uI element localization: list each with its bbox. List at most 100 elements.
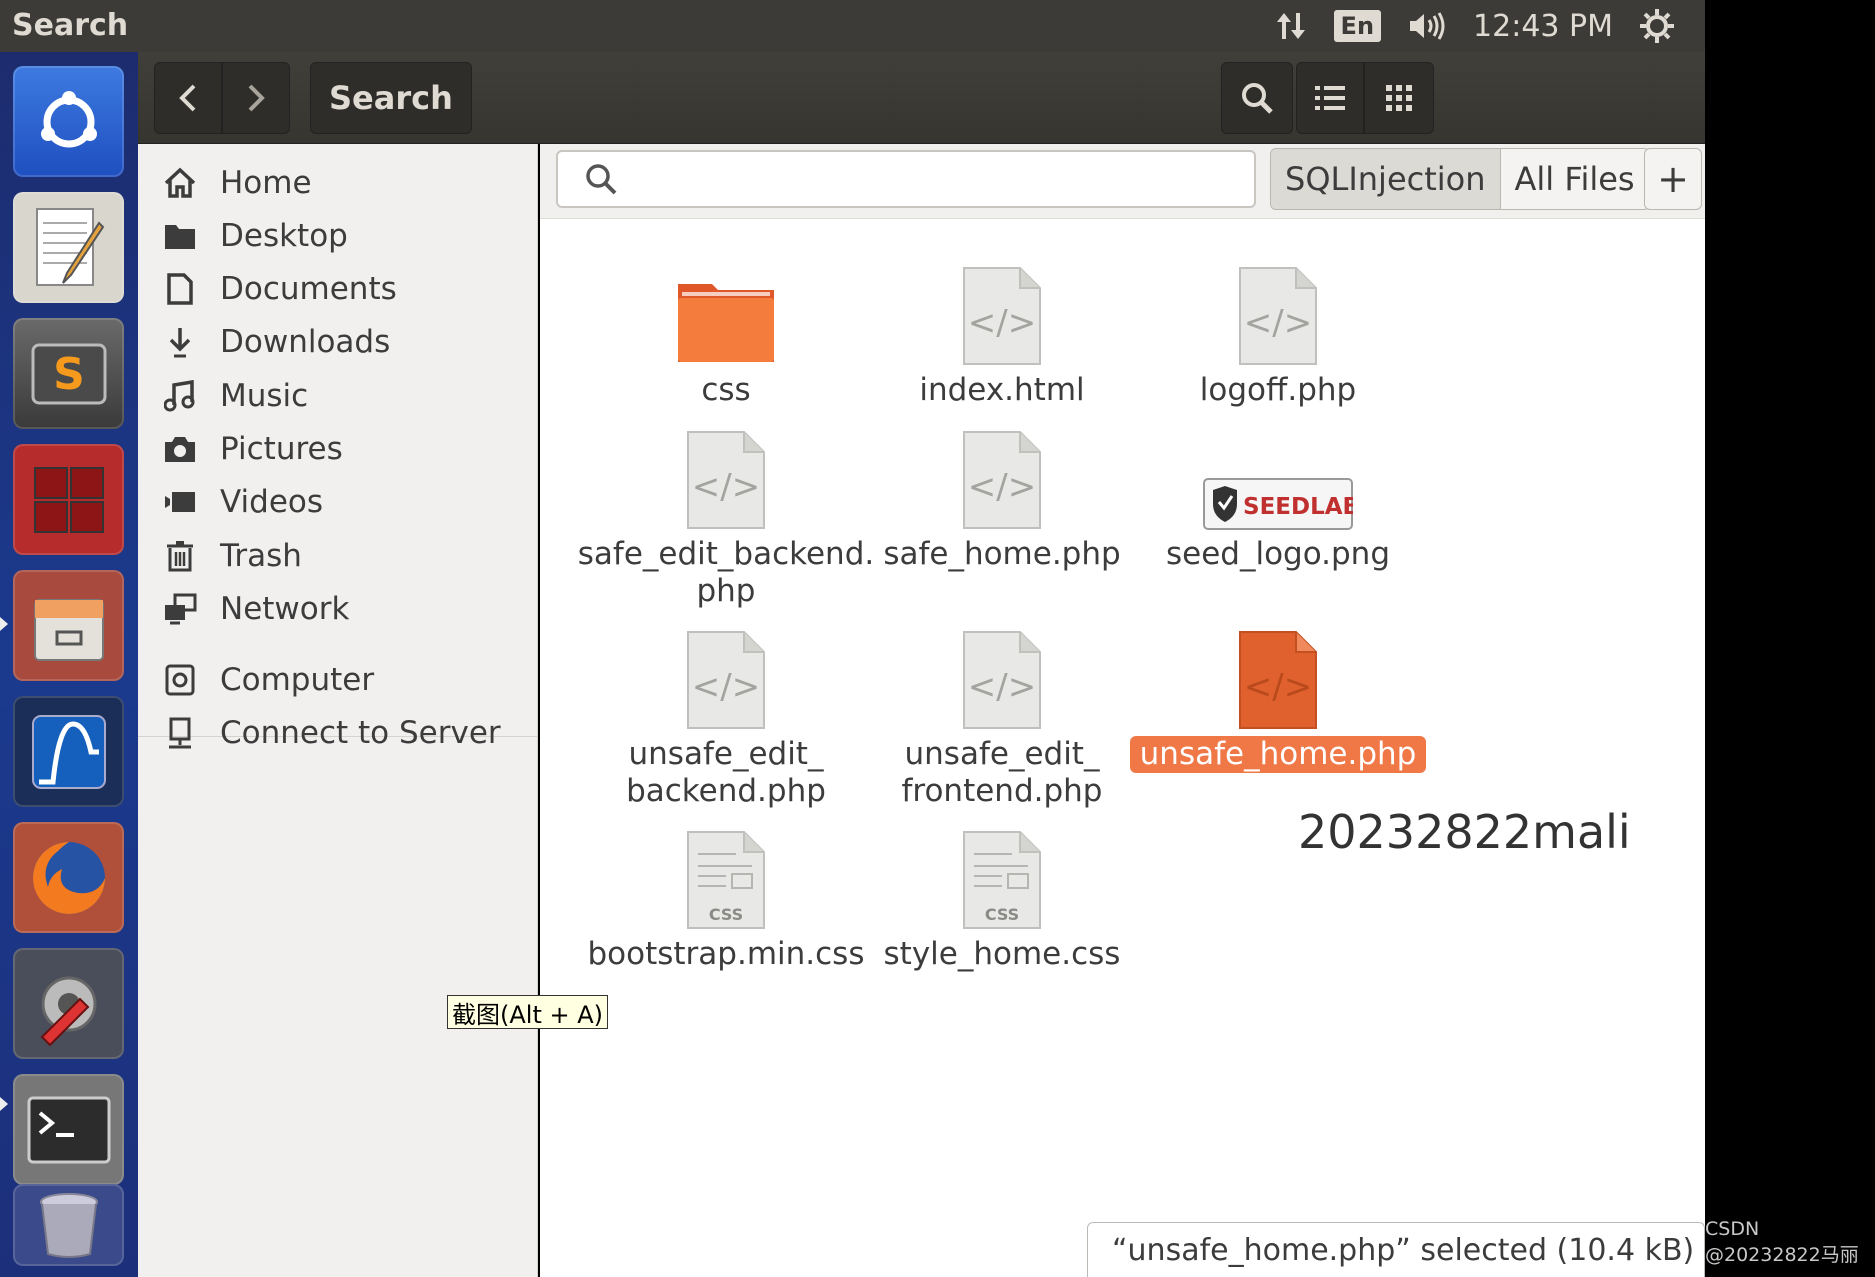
- back-button[interactable]: [154, 62, 222, 134]
- search-bar: SQLInjection All Files +: [540, 144, 1705, 219]
- sidebar-item-label: Videos: [220, 484, 324, 520]
- css-badge: CSS: [709, 905, 743, 924]
- css-badge: CSS: [985, 905, 1019, 924]
- code-file-icon-selected: </>: [1223, 620, 1333, 730]
- scope-all-files-button[interactable]: All Files: [1500, 149, 1649, 209]
- file-name: style_home.css: [883, 936, 1121, 972]
- sidebar-item-label: Computer: [220, 662, 375, 698]
- sublime-text-icon[interactable]: S: [13, 318, 124, 429]
- server-icon: [160, 717, 200, 749]
- forward-button[interactable]: [222, 62, 290, 134]
- document-icon: [160, 273, 200, 305]
- wireshark-icon[interactable]: [13, 696, 124, 807]
- svg-text:</>: </>: [968, 467, 1036, 507]
- sidebar-item-desktop[interactable]: Desktop: [138, 208, 538, 264]
- chevron-right-icon: [248, 84, 265, 112]
- file-item-css[interactable]: css: [576, 256, 876, 409]
- folder-icon: [160, 221, 200, 251]
- file-item-seed-logo-png[interactable]: SEEDLABS seed_logo.png: [1128, 420, 1428, 573]
- video-icon: [160, 490, 200, 514]
- file-name: bootstrap.min.css: [587, 936, 865, 972]
- code-file-icon: </>: [1223, 256, 1333, 366]
- ubuntu-dash-icon[interactable]: [13, 66, 124, 177]
- sidebar-item-documents[interactable]: Documents: [138, 261, 538, 317]
- sidebar-item-trash[interactable]: Trash: [138, 528, 538, 584]
- sidebar-item-pictures[interactable]: Pictures: [138, 421, 538, 477]
- search-input[interactable]: [556, 150, 1256, 208]
- sidebar-item-label: Home: [220, 165, 312, 201]
- location-breadcrumb[interactable]: Search: [310, 62, 472, 134]
- file-item-unsafe-edit-frontend[interactable]: </> unsafe_edit_ frontend.php: [852, 620, 1152, 810]
- network-transfer-icon[interactable]: [1274, 9, 1308, 43]
- camera-icon: [160, 434, 200, 464]
- sidebar-item-home[interactable]: Home: [138, 155, 538, 211]
- svg-text:</>: </>: [692, 467, 760, 507]
- sidebar-item-label: Network: [220, 591, 350, 627]
- file-item-safe-home-php[interactable]: </> safe_home.php: [852, 420, 1152, 573]
- firefox-icon[interactable]: [13, 822, 124, 933]
- search-button[interactable]: [1221, 62, 1293, 134]
- file-name: logoff.php: [1199, 372, 1357, 408]
- svg-text:</>: </>: [1244, 303, 1312, 343]
- file-name: seed_logo.png: [1165, 536, 1390, 572]
- sidebar-item-computer[interactable]: Computer: [138, 652, 538, 708]
- search-icon: [586, 164, 617, 195]
- sidebar-item-label: Downloads: [220, 324, 391, 360]
- file-name: index.html: [919, 372, 1085, 408]
- file-item-unsafe-edit-backend[interactable]: </> unsafe_edit_ backend.php: [576, 620, 876, 810]
- chevron-left-icon: [179, 84, 196, 112]
- file-item-safe-edit-backend[interactable]: </> safe_edit_backend. php: [576, 420, 876, 610]
- csdn-watermark: CSDN @20232822马丽: [1705, 1218, 1859, 1266]
- css-file-icon: CSS: [671, 820, 781, 930]
- svg-text:</>: </>: [968, 303, 1036, 343]
- home-icon: [160, 167, 200, 199]
- download-icon: [160, 326, 200, 358]
- workspace-switcher-icon[interactable]: [13, 444, 124, 555]
- clock[interactable]: 12:43 PM: [1473, 9, 1613, 44]
- list-view-icon: [1315, 86, 1345, 110]
- svg-text:</>: </>: [968, 667, 1036, 707]
- top-panel-title: Search: [12, 8, 129, 43]
- file-name: unsafe_home.php: [1129, 736, 1427, 773]
- network-icon: [160, 593, 200, 625]
- trash-can-icon[interactable]: [13, 1184, 124, 1266]
- top-panel: Search En 12:43 PM: [0, 0, 1705, 52]
- scope-current-folder-button[interactable]: SQLInjection: [1271, 149, 1501, 209]
- sidebar-item-downloads[interactable]: Downloads: [138, 314, 538, 370]
- file-item-unsafe-home-php-selected[interactable]: </> unsafe_home.php: [1128, 620, 1428, 773]
- files-icon[interactable]: [13, 570, 124, 681]
- file-view: SQLInjection All Files + css </> index.h…: [540, 144, 1705, 1277]
- keyboard-language-indicator[interactable]: En: [1333, 10, 1382, 42]
- file-name: safe_home.php: [883, 536, 1121, 572]
- file-item-index-html[interactable]: </> index.html: [852, 256, 1152, 409]
- sidebar-item-videos[interactable]: Videos: [138, 474, 538, 530]
- system-settings-icon[interactable]: [13, 948, 124, 1059]
- overlay-text: 20232822mali: [1298, 805, 1631, 859]
- file-name: unsafe_edit_ backend.php: [626, 736, 826, 809]
- image-thumbnail: SEEDLABS: [1203, 420, 1353, 530]
- sidebar-item-network[interactable]: Network: [138, 581, 538, 637]
- code-file-icon: </>: [671, 620, 781, 730]
- grid-view-button[interactable]: [1364, 62, 1434, 134]
- computer-icon: [160, 664, 200, 696]
- sidebar-item-connect-to-server[interactable]: Connect to Server: [138, 705, 538, 761]
- launcher: S: [0, 52, 138, 1277]
- header-bar: Search: [138, 52, 1705, 144]
- trash-icon: [160, 540, 200, 572]
- list-view-button[interactable]: [1296, 62, 1364, 134]
- system-tray: En 12:43 PM: [1274, 6, 1675, 46]
- sidebar-item-label: Desktop: [220, 218, 348, 254]
- file-item-style-home-css[interactable]: CSS style_home.css: [852, 820, 1152, 973]
- terminal-icon[interactable]: [13, 1074, 124, 1185]
- svg-text:S: S: [53, 349, 85, 400]
- volume-icon[interactable]: [1407, 9, 1447, 43]
- svg-text:</>: </>: [1244, 667, 1312, 707]
- file-item-bootstrap-min-css[interactable]: CSS bootstrap.min.css: [576, 820, 876, 973]
- add-search-criteria-button[interactable]: +: [1644, 148, 1702, 210]
- code-file-icon: </>: [947, 620, 1057, 730]
- power-gear-icon[interactable]: [1639, 8, 1675, 44]
- sidebar-item-music[interactable]: Music: [138, 368, 538, 424]
- code-file-icon: </>: [947, 256, 1057, 366]
- file-item-logoff-php[interactable]: </> logoff.php: [1128, 256, 1428, 409]
- text-editor-icon[interactable]: [13, 192, 124, 303]
